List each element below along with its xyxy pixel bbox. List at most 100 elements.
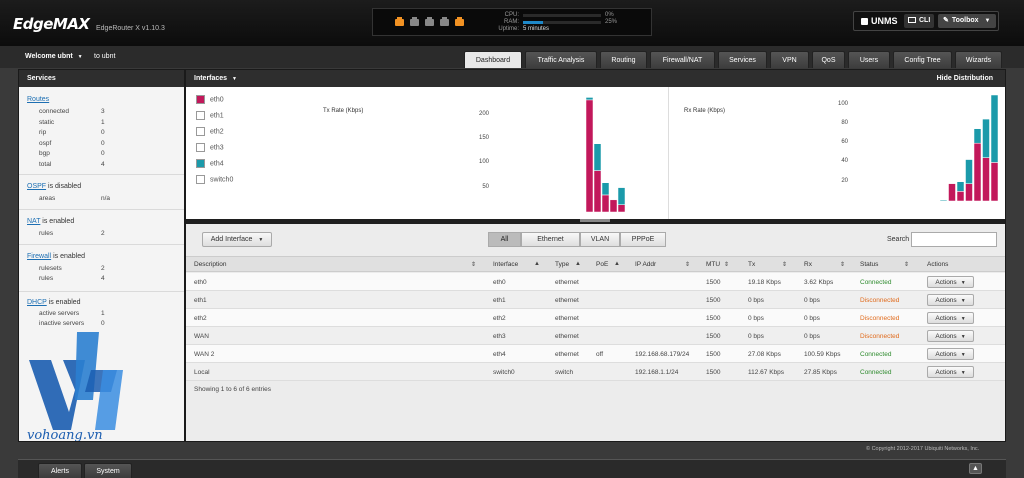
bar-eth0-2	[601, 194, 610, 213]
interfaces-menu[interactable]: Interfaces ▼	[194, 75, 237, 82]
cell-interface: eth0	[493, 279, 506, 286]
sort-up-icon[interactable]: ▲	[575, 261, 581, 267]
sort-icon[interactable]: ⇕	[685, 261, 690, 268]
actions-button[interactable]: Actions ▼	[927, 294, 974, 306]
bar-eth0-0	[586, 99, 594, 213]
routes-link[interactable]: Routes	[27, 96, 49, 103]
col-type[interactable]: Type	[555, 261, 569, 268]
interfaces-header: Interfaces ▼ Hide Distribution	[186, 70, 1005, 87]
col-poe[interactable]: PoE	[596, 261, 608, 268]
alerts-tab[interactable]: Alerts	[38, 463, 82, 478]
tab-dashboard[interactable]: Dashboard	[464, 51, 522, 68]
sort-up-icon[interactable]: ▲	[614, 261, 620, 267]
actions-button[interactable]: Actions ▼	[927, 366, 974, 378]
legend-swatch[interactable]	[196, 143, 205, 152]
col-rx[interactable]: Rx	[804, 261, 812, 268]
cell-tx: 0 bps	[748, 333, 764, 340]
bar-eth4-0	[940, 199, 948, 202]
sub-bar: Welcome ubnt ▼ to ubnt Dashboard Traffic …	[0, 46, 1024, 68]
sort-icon[interactable]: ⇕	[840, 261, 845, 268]
actions-button[interactable]: Actions ▼	[927, 312, 974, 324]
col-interface[interactable]: Interface	[493, 261, 518, 268]
tab-routing[interactable]: Routing	[600, 51, 647, 68]
cell-rx: 3.62 Kbps	[804, 279, 834, 286]
legend-swatch[interactable]	[196, 111, 205, 120]
watermark-text: vohoang.vn	[27, 428, 103, 442]
search-input[interactable]	[911, 232, 997, 247]
splitter-handle[interactable]	[580, 219, 610, 222]
routes-row-value: 0	[101, 129, 105, 136]
rx-chart-title: Rx Rate (Kbps)	[684, 108, 726, 114]
legend-item-eth0[interactable]: eth0	[196, 95, 224, 104]
filter-vlan[interactable]: VLAN	[580, 232, 620, 247]
nat-link[interactable]: NAT	[27, 218, 40, 225]
col-mtu[interactable]: MTU	[706, 261, 720, 268]
user-link[interactable]: to ubnt	[94, 53, 115, 60]
interfaces-panel: Interfaces ▼ Hide Distribution eth0 eth1 e…	[185, 69, 1006, 442]
actions-button[interactable]: Actions ▼	[927, 348, 974, 360]
tab-wizards[interactable]: Wizards	[955, 51, 1002, 68]
dhcp-link[interactable]: DHCP	[27, 299, 47, 306]
collapse-icon[interactable]: ▲	[969, 463, 982, 474]
ospf-row-value: n/a	[101, 195, 111, 202]
table-row[interactable]: eth1 eth1 ethernet 1500 0 bps 0 bps Disconnect…	[186, 291, 1005, 309]
cell-description: Local	[194, 369, 210, 376]
tab-vpn[interactable]: VPN	[770, 51, 809, 68]
system-tab[interactable]: System	[84, 463, 132, 478]
legend-swatch[interactable]	[196, 95, 205, 104]
cli-button[interactable]: CLI	[904, 14, 934, 28]
filter-ethernet[interactable]: Ethernet	[521, 232, 580, 247]
legend-item-eth3[interactable]: eth3	[196, 143, 224, 152]
legend-item-eth2[interactable]: eth2	[196, 127, 224, 136]
bar-eth0-2	[956, 191, 965, 202]
tab-firewall-nat[interactable]: Firewall/NAT	[650, 51, 715, 68]
dhcp-row-value: 0	[101, 320, 105, 327]
cell-description: eth2	[194, 315, 207, 322]
unms-button[interactable]: UNMS	[858, 14, 902, 28]
cell-type: ethernet	[555, 351, 579, 358]
table-toolbar: Add Interface ▼ All Ethernet VLAN PPPoE Sea…	[186, 224, 1005, 256]
sort-icon[interactable]: ⇕	[904, 261, 909, 268]
tab-users[interactable]: Users	[848, 51, 890, 68]
col-status[interactable]: Status	[860, 261, 878, 268]
table-row[interactable]: Local switch0 switch 192.168.1.1/24 1500 112.…	[186, 363, 1005, 381]
sort-icon[interactable]: ⇕	[471, 261, 476, 268]
welcome-menu[interactable]: Welcome ubnt ▼	[25, 53, 83, 60]
col-tx[interactable]: Tx	[748, 261, 755, 268]
tab-services[interactable]: Services	[718, 51, 767, 68]
tab-traffic-analysis[interactable]: Traffic Analysis	[525, 51, 597, 68]
add-interface-button[interactable]: Add Interface ▼	[202, 232, 272, 247]
dhcp-title: DHCP is enabled	[27, 299, 81, 306]
sort-icon[interactable]: ⇕	[782, 261, 787, 268]
table-row[interactable]: eth2 eth2 ethernet 1500 0 bps 0 bps Disconnect…	[186, 309, 1005, 327]
y-tick-label: 50	[482, 183, 489, 190]
filter-all[interactable]: All	[488, 232, 521, 247]
col-description[interactable]: Description	[194, 261, 227, 268]
legend-swatch[interactable]	[196, 159, 205, 168]
col-ip-addr[interactable]: IP Addr	[635, 261, 656, 268]
nat-status: is enabled	[40, 218, 75, 225]
filter-pppoe[interactable]: PPPoE	[620, 232, 666, 247]
legend-item-eth4[interactable]: eth4	[196, 159, 224, 168]
toolbox-button[interactable]: ✎ Toolbox ▼	[938, 14, 996, 28]
legend-item-eth1[interactable]: eth1	[196, 111, 224, 120]
tab-config-tree[interactable]: Config Tree	[893, 51, 952, 68]
legend-swatch[interactable]	[196, 175, 205, 184]
table-row[interactable]: WAN 2 eth4 ethernet off 192.168.68.179/24 150…	[186, 345, 1005, 363]
ospf-link[interactable]: OSPF	[27, 183, 46, 190]
legend-swatch[interactable]	[196, 127, 205, 136]
table-row[interactable]: eth0 eth0 ethernet 1500 19.18 Kbps 3.62 Kbps C…	[186, 273, 1005, 291]
unms-label: UNMS	[871, 16, 898, 26]
entries-info: Showing 1 to 6 of 6 entries	[194, 386, 271, 393]
hide-distribution-toggle[interactable]: Hide Distribution	[937, 75, 993, 82]
sort-icon[interactable]: ⇕	[724, 261, 729, 268]
dhcp-row-label: inactive servers	[39, 320, 85, 327]
actions-button[interactable]: Actions ▼	[927, 330, 974, 342]
tab-qos[interactable]: QoS	[812, 51, 845, 68]
table-row[interactable]: WAN eth3 ethernet 1500 0 bps 0 bps Disconnecte…	[186, 327, 1005, 345]
actions-button[interactable]: Actions ▼	[927, 276, 974, 288]
firewall-link[interactable]: Firewall	[27, 253, 51, 260]
legend-item-switch0[interactable]: switch0	[196, 175, 233, 184]
sort-up-icon[interactable]: ▲	[534, 261, 540, 267]
cell-rx: 27.85 Kbps	[804, 369, 837, 376]
